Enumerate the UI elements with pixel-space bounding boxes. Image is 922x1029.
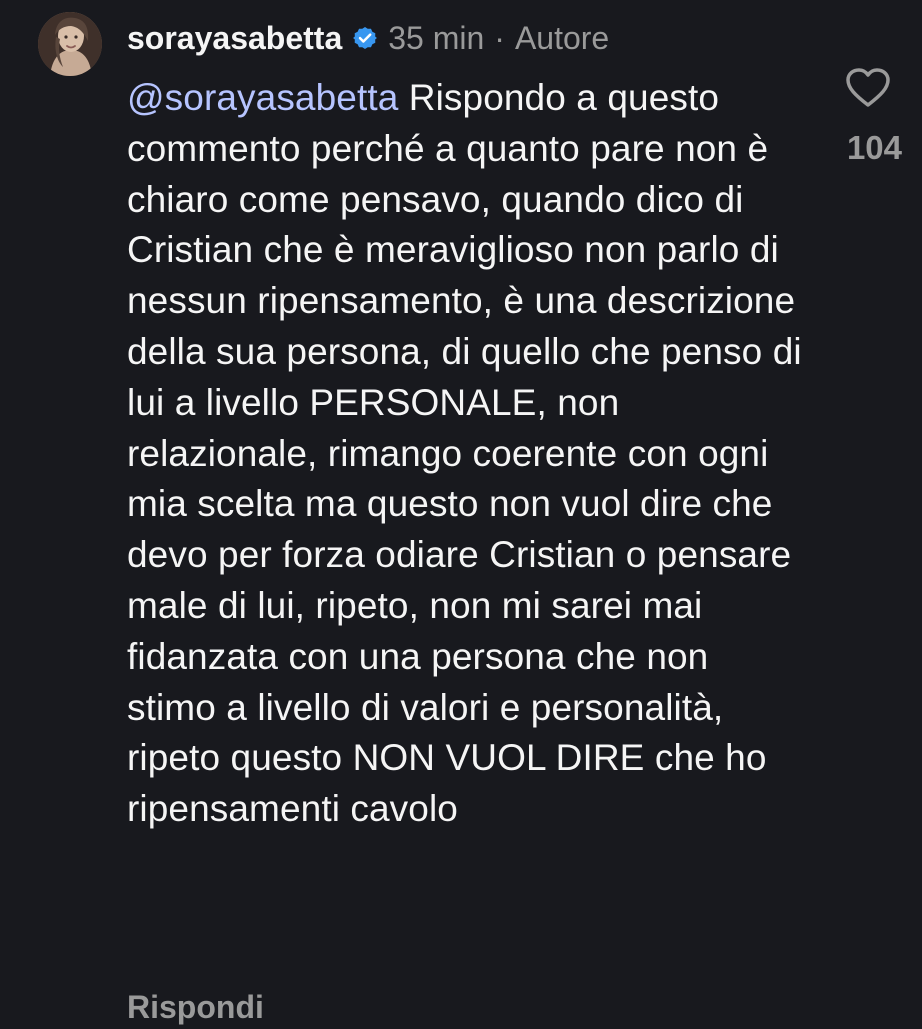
like-button[interactable] [843, 66, 893, 110]
comment: sorayasabetta 35 min · Autore @sorayasab… [0, 0, 922, 1025]
like-count: 104 [846, 129, 902, 166]
avatar-photo [38, 12, 102, 76]
author-label: Autore [514, 20, 610, 56]
verified-badge-icon [352, 25, 378, 51]
mention-link[interactable]: @sorayasabetta [127, 77, 398, 118]
comment-message: Rispondo a questo commento perché a quan… [127, 77, 802, 830]
meta-separator: · [494, 20, 505, 56]
comment-text: @sorayasabetta Rispondo a questo comment… [127, 73, 807, 835]
comment-time: 35 min [388, 20, 485, 56]
heart-icon [846, 68, 890, 107]
username[interactable]: sorayasabetta [127, 15, 342, 61]
reply-button[interactable]: Rispondi [127, 985, 264, 1029]
avatar[interactable] [38, 12, 102, 76]
comment-header: sorayasabetta 35 min · Autore [127, 15, 609, 61]
